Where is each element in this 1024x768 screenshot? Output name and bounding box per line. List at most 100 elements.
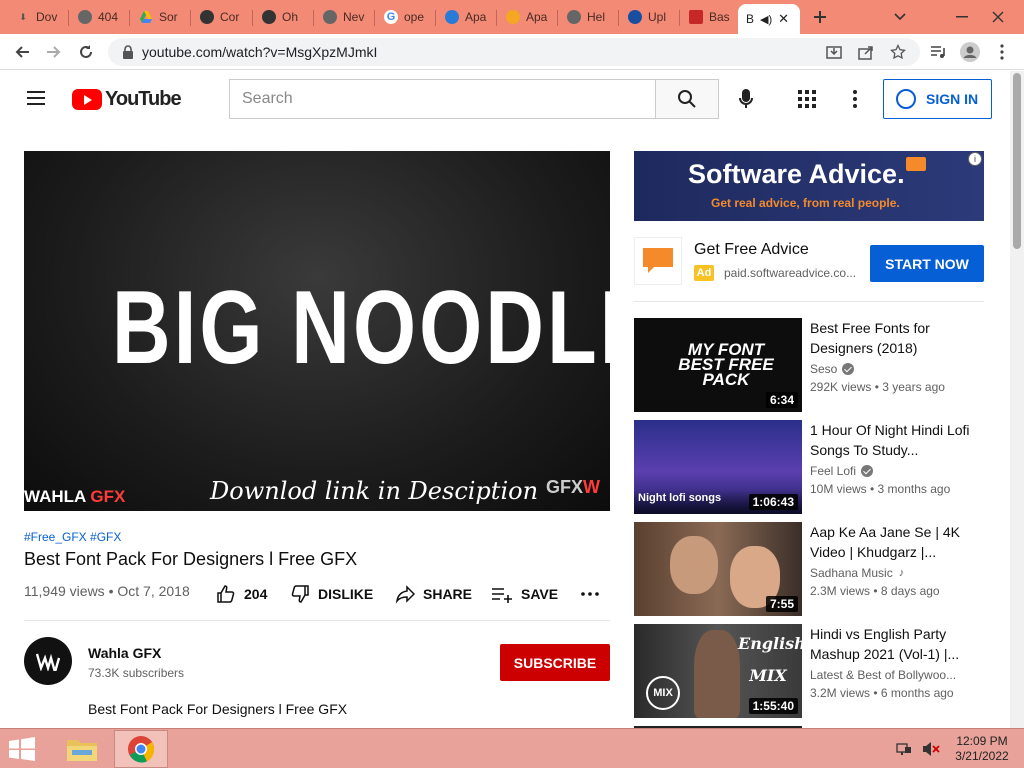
channel-name[interactable]: Wahla GFX [88,645,161,661]
windows-start-icon[interactable] [8,737,38,761]
browser-tab[interactable]: Bas [681,4,741,30]
scrollbar-thumb[interactable] [1013,73,1021,249]
video-title[interactable]: Hindi vs English Party Mashup 2021 (Vol-… [810,624,980,664]
tab-search-chevron-icon[interactable] [888,5,912,29]
browser-tab[interactable]: Upl [620,4,680,30]
like-button[interactable]: 204 [216,582,267,606]
ad-title[interactable]: Get Free Advice [694,241,809,259]
ad-badge: Ad [694,265,714,281]
globe-icon [78,10,92,24]
speaker-icon: ◀) [760,13,773,26]
recommended-video[interactable]: Night lofi songs 1:06:43 1 Hour Of Night… [634,420,984,514]
browser-tab[interactable]: Oh [254,4,314,30]
browser-tab[interactable]: G ope [376,4,436,30]
sign-in-button[interactable]: SIGN IN [883,79,992,119]
recommended-video[interactable]: 7:55 Aap Ke Aa Jane Se | 4K Video | Khud… [634,522,984,616]
channel-name[interactable]: Latest & Best of Bollywoo... [810,668,956,682]
reload-button[interactable] [74,40,98,64]
youtube-logo-text: YouTube [105,87,182,110]
recommended-video[interactable]: MY FONT BEST FREE PACK 6:34 Best Free Fo… [634,318,984,412]
share-label: SHARE [423,586,473,602]
browser-tab[interactable]: Nev [315,4,375,30]
save-button[interactable]: SAVE [491,582,558,606]
video-hashtags[interactable]: #Free_GFX #GFX [24,530,121,544]
settings-more-icon[interactable] [843,87,867,111]
browser-tab[interactable]: 404 [70,4,130,30]
browser-tab[interactable]: Hel [559,4,619,30]
video-player[interactable]: BIG NOODLE WAHLA GFX Downlod link in Des… [24,151,610,511]
new-tab-button[interactable] [808,5,832,29]
voice-search-button[interactable] [734,87,758,111]
ad-url: paid.softwareadvice.co... [724,266,857,280]
file-explorer-icon[interactable] [60,732,104,766]
youtube-logo[interactable]: YouTube [72,87,182,110]
dislike-button[interactable]: DISLIKE [290,582,373,606]
share-button[interactable]: SHARE [395,582,472,606]
ad-start-now-button[interactable]: START NOW [870,245,984,282]
tab-label: Hel [587,10,606,24]
browser-tab[interactable]: Sor [131,4,191,30]
volume-muted-icon[interactable] [922,741,940,757]
ad-banner-subtext: Get real advice, from real people. [711,196,900,210]
tab-label: Cor [220,10,240,24]
windows-taskbar: 12:09 PM 3/21/2022 [0,728,1024,768]
forward-button[interactable] [42,40,66,64]
tab-label: Apa [526,10,548,24]
video-thumbnail[interactable]: Night lofi songs 1:06:43 [634,420,802,514]
search-input[interactable]: Search [229,79,656,119]
taskbar-clock[interactable]: 12:09 PM 3/21/2022 [952,734,1012,764]
browser-tab[interactable]: Cor [192,4,252,30]
video-meta: 292K views • 3 years ago [810,380,945,394]
network-icon[interactable] [896,741,912,757]
more-actions-icon[interactable] [580,582,608,606]
share-icon[interactable] [854,40,878,64]
window-close-button[interactable] [986,5,1010,29]
clock-date: 3/21/2022 [955,749,1009,763]
back-button[interactable] [10,40,34,64]
channel-name[interactable]: Sadhana Music ♪ [810,566,904,580]
browser-tab-active[interactable]: B ◀) ✕ [738,4,800,34]
upload-icon [628,10,642,24]
url-text: youtube.com/watch?v=MsgXpzMJmkI [142,44,378,60]
bookmark-star-icon[interactable] [886,40,910,64]
browser-tab[interactable]: Apa [437,4,497,30]
ad-banner-headline: Software Advice. [688,159,905,189]
video-duration: 1:06:43 [748,494,798,510]
media-controls-icon[interactable] [926,40,950,64]
browser-menu-icon[interactable] [990,40,1014,64]
page-scrollbar[interactable] [1010,71,1024,728]
hamburger-menu-icon[interactable] [24,87,48,111]
tab-label: 404 [98,10,119,24]
channel-name[interactable]: Seso [810,362,855,376]
subscribe-button[interactable]: SUBSCRIBE [500,644,610,681]
install-icon[interactable] [822,40,846,64]
video-watermark-brand: WAHLA GFX [24,487,126,506]
apache-icon [506,10,520,24]
search-icon [678,90,696,108]
video-thumbnail[interactable]: English MIX MIX 1:55:40 [634,624,802,718]
ad-banner[interactable]: Software Advice. Get real advice, from r… [634,151,984,221]
video-title[interactable]: 1 Hour Of Night Hindi Lofi Songs To Stud… [810,420,980,460]
browser-tab[interactable]: ⬇ Dov [8,4,68,30]
ad-logo[interactable] [634,237,682,285]
music-note-icon: ♪ [898,567,905,579]
video-duration: 6:34 [765,392,798,408]
close-icon[interactable]: ✕ [778,11,789,27]
video-title[interactable]: Best Free Fonts for Designers (2018) [810,318,980,358]
ad-info-icon[interactable]: i [968,152,982,166]
channel-avatar[interactable] [24,637,72,685]
profile-avatar[interactable] [958,40,982,64]
tab-label: Upl [648,10,667,24]
recommended-video[interactable]: English MIX MIX 1:55:40 Hindi vs English… [634,624,984,718]
search-button[interactable] [655,79,719,119]
address-bar[interactable]: youtube.com/watch?v=MsgXpzMJmkI [108,38,920,66]
apps-grid-icon[interactable] [795,87,819,111]
video-thumbnail[interactable]: MY FONT BEST FREE PACK 6:34 [634,318,802,412]
browser-tab[interactable]: Apa [498,4,558,30]
video-thumbnail[interactable]: 7:55 [634,522,802,616]
chrome-taskbar-icon[interactable] [114,730,168,768]
video-title[interactable]: Aap Ke Aa Jane Se | 4K Video | Khudgarz … [810,522,980,562]
google-icon: G [384,10,398,24]
channel-name[interactable]: Feel Lofi [810,464,874,478]
tab-label: Oh [282,10,299,24]
